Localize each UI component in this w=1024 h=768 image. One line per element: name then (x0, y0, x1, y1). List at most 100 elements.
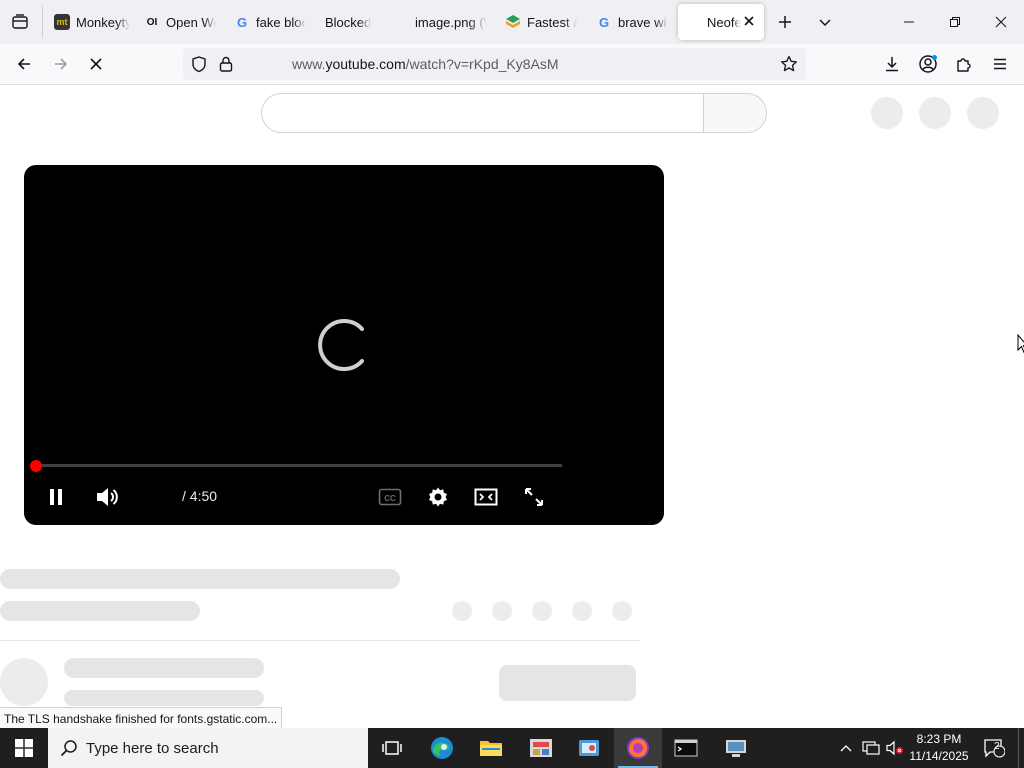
tab-title: Neofetch (707, 14, 741, 30)
account-icon[interactable] (913, 49, 943, 79)
clock-date: 11/14/2025 (909, 749, 969, 763)
google-favicon-icon: G (236, 14, 248, 30)
time-display: / 4:50 (182, 488, 217, 504)
shield-icon[interactable] (190, 55, 208, 78)
tab-title: Fastest & Most (527, 14, 577, 30)
loading-spinner-icon (318, 319, 364, 371)
downloads-icon[interactable] (877, 49, 907, 79)
close-window-icon[interactable] (978, 0, 1024, 44)
taskbar-search-placeholder: Type here to search (86, 739, 219, 757)
tab-image-png[interactable]: image.png (WEBP (415, 4, 487, 40)
minimize-icon[interactable] (886, 0, 932, 44)
new-tab-icon[interactable] (771, 8, 799, 36)
notification-center-icon[interactable]: 2 (978, 728, 1010, 768)
svg-text:CC: CC (384, 494, 396, 503)
clock-time: 8:23 PM (916, 732, 962, 746)
forward-icon[interactable] (46, 49, 76, 79)
url-path: /watch?v=rKpd_Ky8AsM (405, 56, 559, 72)
mouse-cursor-icon (1017, 334, 1024, 354)
url-domain: youtube.com (325, 56, 406, 72)
status-bar: The TLS handshake finished for fonts.gst… (0, 707, 283, 729)
avatar-placeholder[interactable] (967, 97, 999, 129)
browser-tab-strip: mt Monkeytype OI Open WebUI G fake block… (0, 0, 1024, 44)
network-app-icon[interactable] (712, 728, 760, 768)
tab-monkeytype[interactable]: mt Monkeytype (54, 4, 130, 40)
taskbar-search-box[interactable]: Type here to search (48, 728, 368, 768)
windows-start-icon[interactable] (0, 728, 48, 768)
extensions-icon[interactable] (949, 49, 979, 79)
subscribe-skeleton (499, 665, 636, 701)
theater-mode-icon[interactable] (470, 481, 502, 513)
close-tab-icon[interactable] (742, 14, 756, 31)
tab-title: image.png (WEBP (415, 14, 487, 30)
fastest-favicon-icon (505, 14, 521, 30)
show-desktop-button[interactable] (1018, 728, 1024, 768)
bookmark-star-icon[interactable] (780, 55, 798, 78)
progress-bar[interactable] (36, 464, 562, 467)
restore-icon[interactable] (932, 0, 978, 44)
tab-title: Blocked (325, 14, 372, 30)
action-skeleton (532, 601, 552, 621)
channel-avatar-skeleton (0, 658, 48, 706)
google-favicon-icon: G (598, 14, 610, 30)
app-icon[interactable] (517, 728, 565, 768)
tab-list-icon[interactable] (6, 8, 34, 36)
search-icon (60, 739, 78, 757)
network-icon[interactable] (860, 728, 882, 768)
header-icon-placeholder[interactable] (919, 97, 951, 129)
tab-neofetch[interactable]: Neofetch (678, 4, 764, 40)
tab-strip-divider (42, 6, 43, 38)
open-webui-favicon-icon: OI (146, 16, 158, 28)
firefox-icon[interactable] (614, 728, 662, 768)
total-duration: 4:50 (189, 488, 218, 504)
notification-count: 2 (994, 741, 1000, 752)
time-separator: / (182, 488, 186, 504)
divider (0, 640, 640, 641)
system-clock[interactable]: 8:23 PM 11/14/2025 (906, 731, 972, 765)
tab-open-webui[interactable]: OI Open WebUI (144, 4, 216, 40)
tab-title: brave window (618, 14, 668, 30)
tab-fastest[interactable]: Fastest & Most (505, 4, 577, 40)
tab-fake-blocked[interactable]: G fake blocked (234, 4, 306, 40)
subtitle-skeleton (0, 601, 200, 621)
tab-title: Open WebUI (166, 14, 216, 30)
monkeytype-favicon-icon: mt (54, 14, 70, 30)
stop-icon[interactable] (81, 49, 111, 79)
captions-icon[interactable]: CC (374, 481, 406, 513)
volume-icon[interactable] (92, 481, 124, 513)
tab-title: Monkeytype (76, 14, 130, 30)
url-text[interactable]: www.youtube.com/watch?v=rKpd_Ky8AsM (292, 56, 559, 72)
tab-blocked[interactable]: Blocked (325, 4, 397, 40)
action-skeleton (492, 601, 512, 621)
channel-name-skeleton (64, 658, 264, 678)
tab-overflow-icon[interactable] (811, 8, 839, 36)
youtube-search-input-placeholder[interactable] (261, 93, 704, 133)
video-player[interactable]: / 4:50 CC (24, 165, 664, 525)
show-hidden-icons-icon[interactable] (836, 728, 856, 768)
progress-scrubber[interactable] (30, 460, 42, 472)
youtube-search-button-placeholder[interactable] (703, 93, 767, 133)
action-skeleton (572, 601, 592, 621)
lock-icon[interactable] (218, 55, 234, 78)
task-view-icon[interactable] (368, 728, 416, 768)
action-skeleton (612, 601, 632, 621)
url-bar[interactable]: www.youtube.com/watch?v=rKpd_Ky8AsM (183, 48, 806, 80)
control-panel-icon[interactable] (565, 728, 613, 768)
browser-nav-bar: www.youtube.com/watch?v=rKpd_Ky8AsM (0, 44, 1024, 85)
tab-title: fake blocked (256, 14, 306, 30)
title-skeleton (0, 569, 400, 589)
edge-icon[interactable] (418, 728, 466, 768)
back-icon[interactable] (9, 49, 39, 79)
tab-brave-window[interactable]: G brave window (596, 4, 668, 40)
terminal-icon[interactable] (662, 728, 710, 768)
pause-icon[interactable] (40, 481, 72, 513)
action-skeleton (452, 601, 472, 621)
fullscreen-icon[interactable] (518, 481, 550, 513)
header-icon-placeholder[interactable] (871, 97, 903, 129)
menu-icon[interactable] (985, 49, 1015, 79)
url-prefix: www. (292, 56, 326, 72)
settings-gear-icon[interactable] (422, 481, 454, 513)
windows-taskbar: Type here to search 8:23 PM 11/14/2025 2 (0, 728, 1024, 768)
volume-muted-icon[interactable] (884, 728, 906, 768)
file-explorer-icon[interactable] (467, 728, 515, 768)
